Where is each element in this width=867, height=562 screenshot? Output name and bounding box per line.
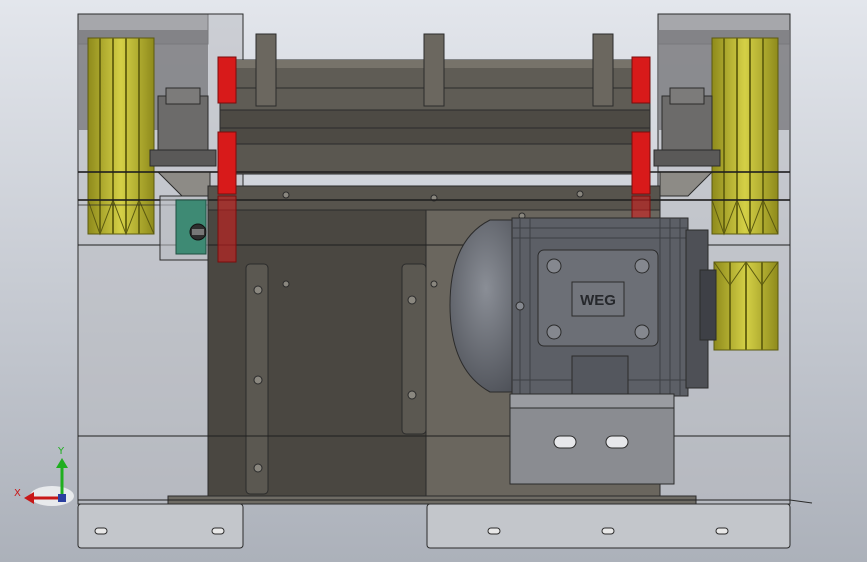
- center-frame-rail: [401, 263, 427, 435]
- right-base-plate: [426, 503, 791, 549]
- jaw-mid-slab: [219, 109, 651, 145]
- motor-brand-label: WEG: [580, 292, 616, 309]
- bolt-icon: [634, 324, 650, 340]
- bolt-icon: [546, 258, 562, 274]
- left-base-plate: [77, 503, 244, 549]
- y-axis-label: Y: [57, 446, 65, 457]
- x-axis-label: X: [14, 488, 21, 499]
- red-plate-right-upper: [631, 56, 651, 104]
- bolt-icon: [546, 324, 562, 340]
- top-lug-left: [255, 33, 277, 107]
- red-plate-left-lower: [217, 131, 237, 195]
- top-lug-middle: [423, 33, 445, 107]
- right-pulley: [711, 37, 779, 236]
- machine-drawing: WEG Y X: [0, 0, 867, 562]
- red-plate-left-stub: [217, 195, 237, 263]
- left-bearing-block: [149, 87, 217, 167]
- bolt-icon: [634, 258, 650, 274]
- switch-box[interactable]: [159, 195, 209, 261]
- red-plate-left-upper: [217, 56, 237, 104]
- red-plate-right-lower: [631, 131, 651, 195]
- lower-body-left: [207, 185, 427, 503]
- motor-pulley: [713, 261, 779, 351]
- cad-viewport[interactable]: WEG Y X: [0, 0, 867, 562]
- top-lug-right: [592, 33, 614, 107]
- jaw-lower-slab: [229, 143, 643, 175]
- right-bearing-block: [653, 87, 721, 167]
- triad-origin: [30, 486, 74, 506]
